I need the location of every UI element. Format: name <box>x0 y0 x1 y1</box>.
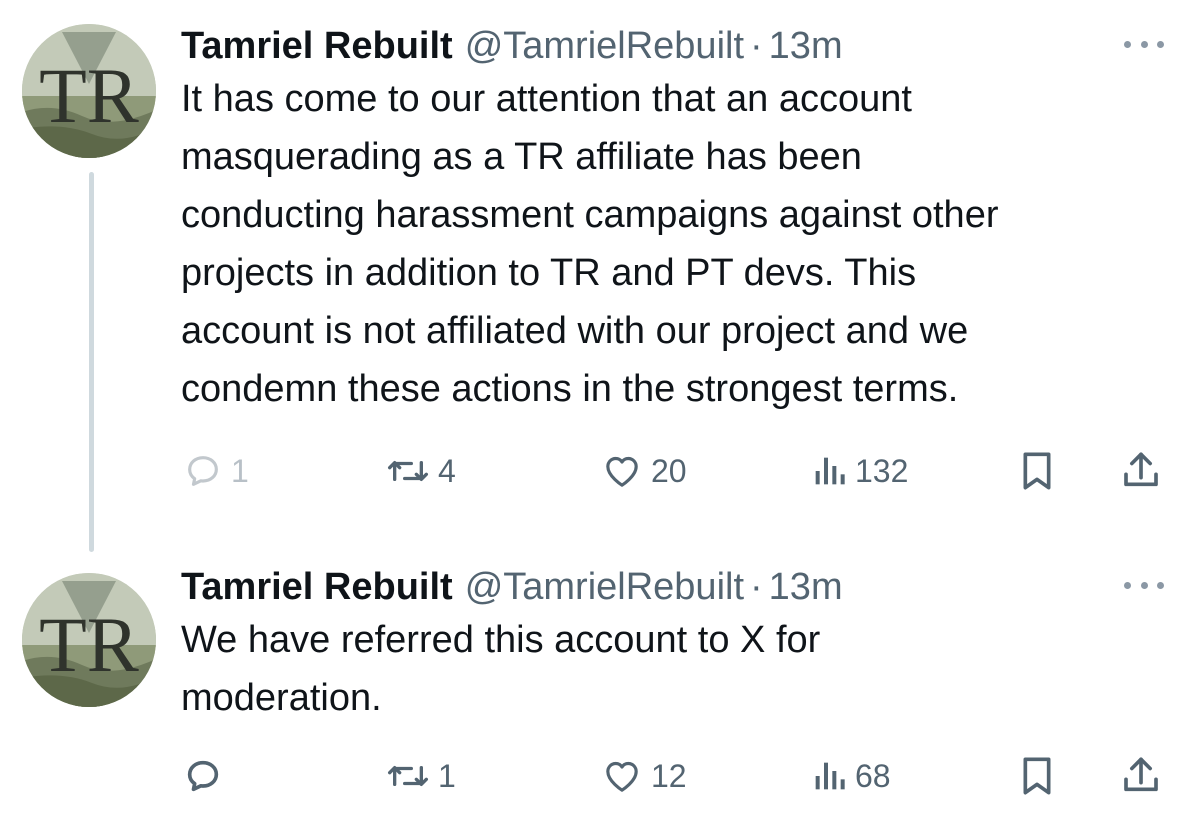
bookmark-icon <box>1023 452 1051 490</box>
reply-icon <box>187 760 219 792</box>
like-button[interactable]: 12 <box>601 751 687 801</box>
separator-dot: · <box>750 566 763 608</box>
share-icon <box>1124 452 1158 487</box>
share-button[interactable] <box>1121 446 1161 496</box>
svg-text:TR: TR <box>39 601 139 688</box>
like-icon <box>606 456 638 487</box>
more-icon[interactable] <box>1124 575 1164 595</box>
avatar[interactable]: TR <box>22 24 156 158</box>
reply-button[interactable] <box>183 751 231 801</box>
tweet-header: Tamriel Rebuilt @TamrielRebuilt · 13m <box>181 22 1164 70</box>
tweet[interactable]: TR Tamriel Rebuilt @TamrielRebuilt · 13m… <box>0 0 1200 555</box>
bookmark-icon <box>1023 757 1051 795</box>
thread-connector-line <box>89 172 94 552</box>
timestamp[interactable]: 13m <box>769 22 843 70</box>
separator-dot: · <box>750 25 763 67</box>
retweet-button[interactable]: 4 <box>386 446 456 496</box>
avatar-image: TR <box>22 24 156 158</box>
like-icon <box>606 761 638 792</box>
tweet-text: We have referred this account to X for m… <box>181 619 821 719</box>
view-count: 68 <box>855 757 891 794</box>
tweet-actions: 1 12 68 <box>181 751 1171 801</box>
views-icon <box>815 457 845 485</box>
more-icon[interactable] <box>1124 34 1164 54</box>
retweet-icon <box>387 766 428 786</box>
share-icon <box>1124 757 1158 792</box>
author-display-name[interactable]: Tamriel Rebuilt <box>181 563 453 611</box>
tweet-content: Tamriel Rebuilt @TamrielRebuilt · 13m It… <box>181 22 1164 418</box>
tweet-actions: 1 4 20 132 <box>181 446 1171 496</box>
author-display-name[interactable]: Tamriel Rebuilt <box>181 22 453 70</box>
like-count: 20 <box>651 452 687 489</box>
retweet-button[interactable]: 1 <box>386 751 456 801</box>
reply-icon <box>188 456 218 486</box>
bookmark-button[interactable] <box>1017 751 1057 801</box>
views-button[interactable]: 132 <box>811 446 908 496</box>
avatar[interactable]: TR <box>22 573 156 707</box>
like-count: 12 <box>651 757 687 794</box>
views-icon <box>815 762 845 790</box>
reply-button[interactable]: 1 <box>183 446 249 496</box>
view-count: 132 <box>855 452 909 489</box>
retweet-count: 4 <box>438 452 456 489</box>
tweet[interactable]: TR Tamriel Rebuilt @TamrielRebuilt · 13m… <box>0 555 1200 839</box>
svg-text:TR: TR <box>39 52 139 139</box>
retweet-icon <box>387 461 428 481</box>
author-handle[interactable]: @TamrielRebuilt <box>465 563 744 611</box>
views-button[interactable]: 68 <box>811 751 891 801</box>
bookmark-button[interactable] <box>1017 446 1057 496</box>
tweet-text: It has come to our attention that an acc… <box>181 78 999 410</box>
author-handle[interactable]: @TamrielRebuilt <box>465 22 744 70</box>
reply-count: 1 <box>231 452 249 489</box>
tweet-content: Tamriel Rebuilt @TamrielRebuilt · 13m We… <box>181 563 1164 727</box>
like-button[interactable]: 20 <box>601 446 687 496</box>
timestamp[interactable]: 13m <box>769 563 843 611</box>
retweet-count: 1 <box>438 757 456 794</box>
tweet-header: Tamriel Rebuilt @TamrielRebuilt · 13m <box>181 563 1164 611</box>
share-button[interactable] <box>1121 751 1161 801</box>
avatar-image: TR <box>22 573 156 707</box>
